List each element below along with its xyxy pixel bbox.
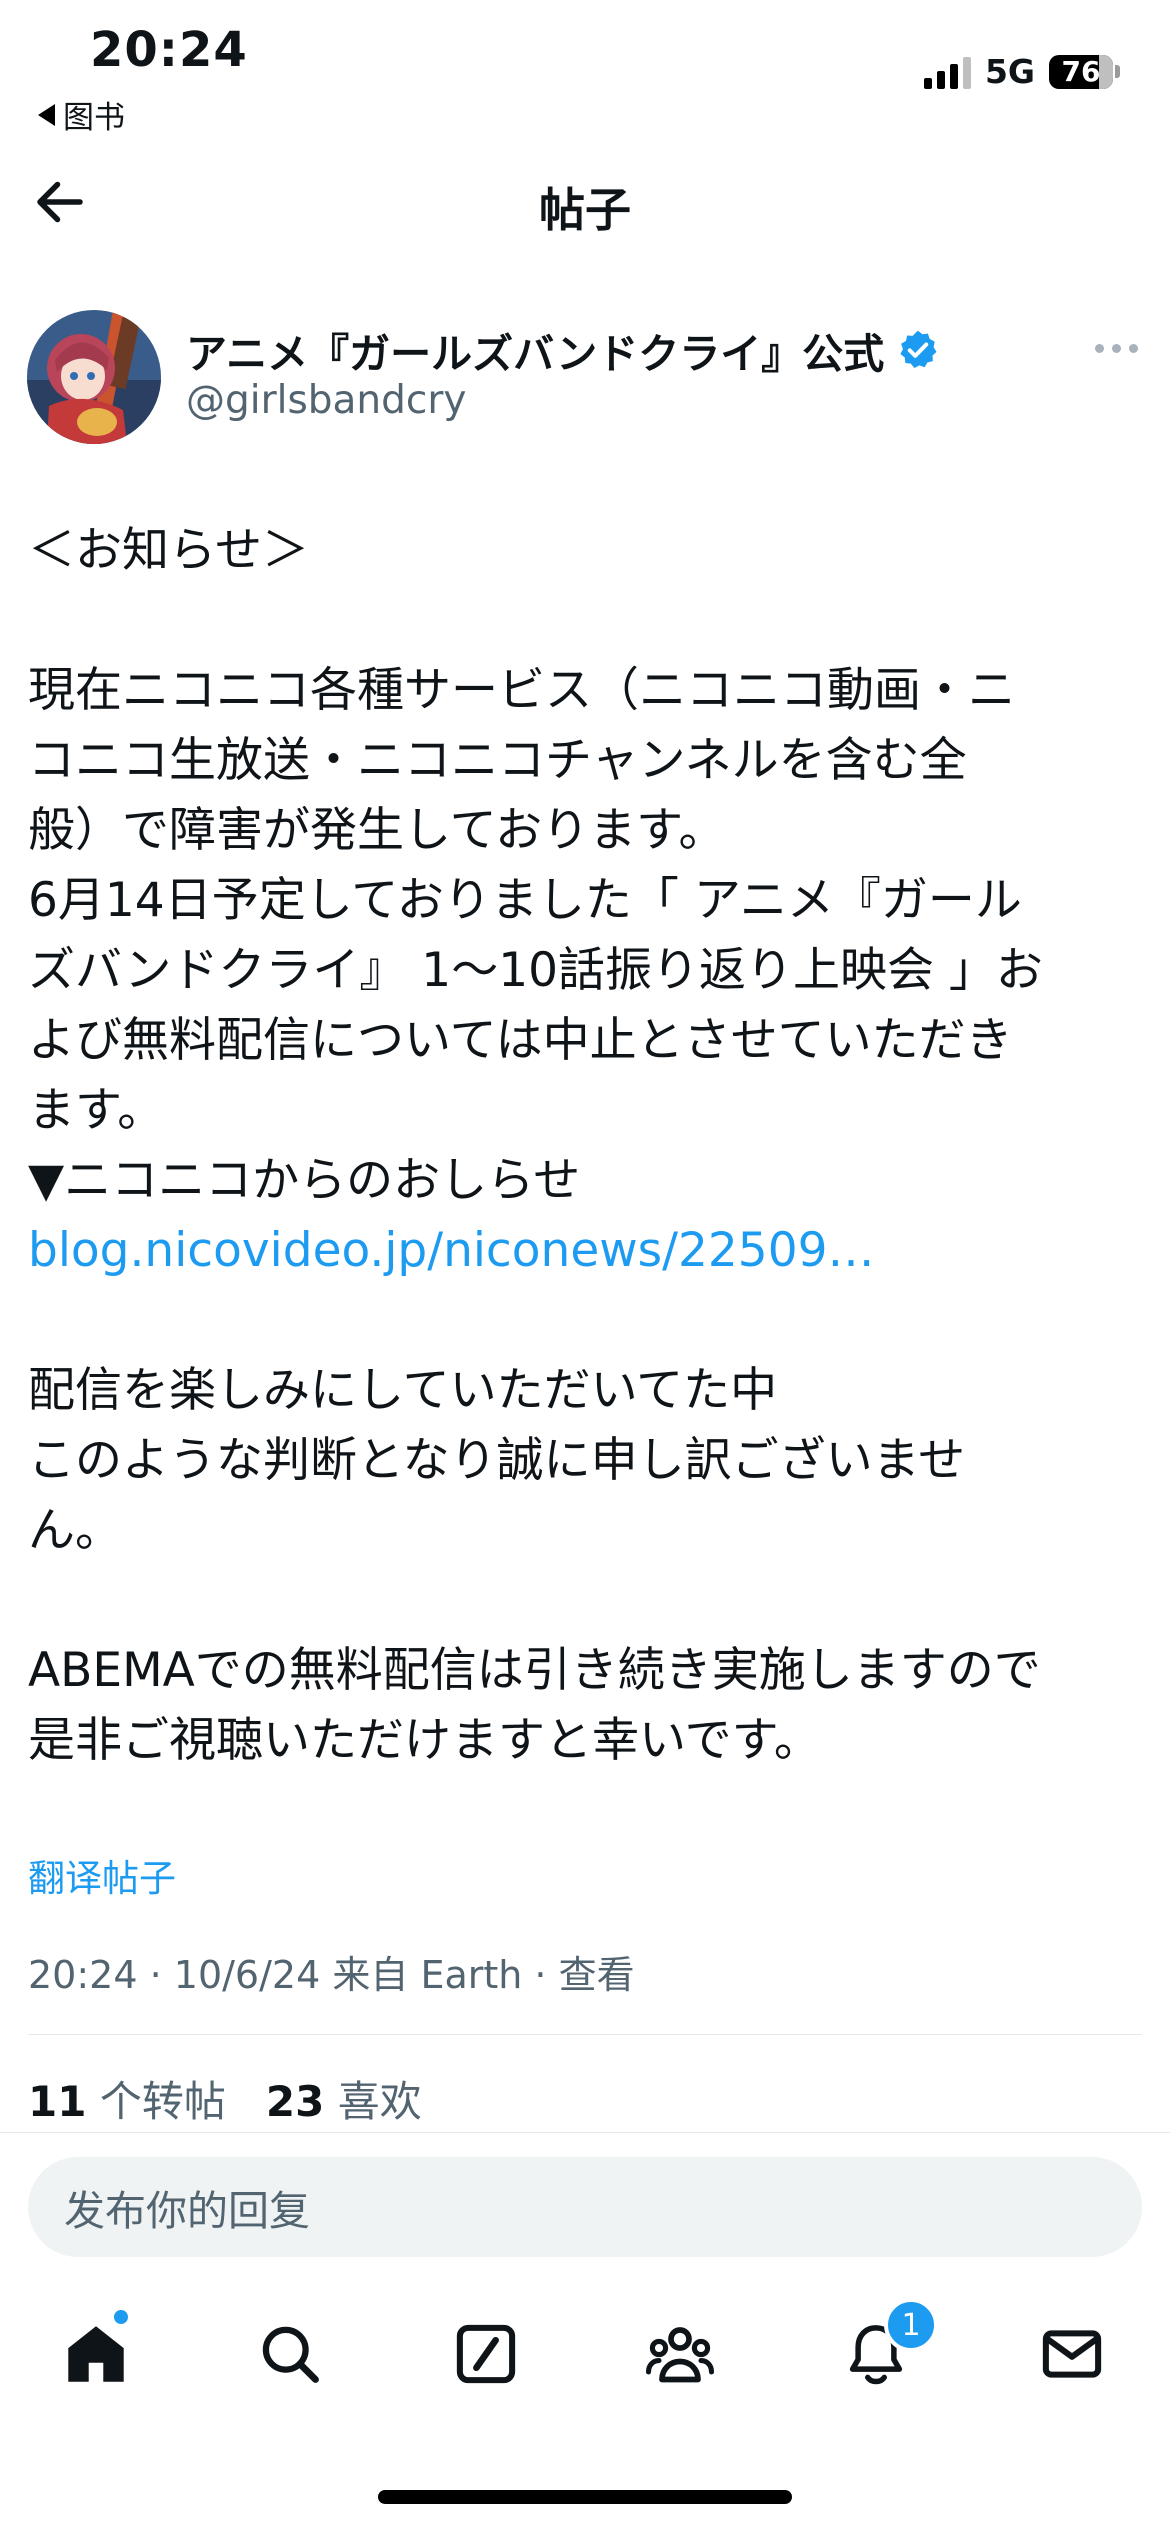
post-text: ＜お知らせ＞ 現在ニコニコ各種サービス（ニコニコ動画・ニ コニコ生放送・ニコニコ…	[28, 516, 1148, 1776]
battery-icon: 76	[1049, 54, 1120, 89]
grok-icon	[456, 2324, 516, 2384]
likes-label: 喜欢	[337, 2077, 422, 2126]
battery-level: 76	[1061, 55, 1101, 88]
post-line: よび無料配信については中止とさせていただき	[28, 1013, 1013, 1068]
likes-stat[interactable]: 23 喜欢	[266, 2077, 422, 2126]
reply-input[interactable]: 发布你的回复	[28, 2157, 1142, 2257]
post-line: ＜お知らせ＞	[28, 523, 310, 578]
home-indicator[interactable]	[378, 2490, 792, 2504]
post-meta: 20:24 · 10/6/24 来自 Earth · 查看	[28, 1953, 635, 1997]
divider	[28, 2034, 1142, 2035]
post-line: コニコ生放送・ニコニコチャンネルを含む全	[28, 733, 967, 788]
reposts-count: 11	[28, 2077, 87, 2126]
network-type: 5G	[984, 52, 1035, 91]
status-time: 20:24	[90, 22, 248, 78]
post-date: 10/6/24	[173, 1953, 321, 1997]
communities-icon	[645, 2327, 715, 2383]
post-line: ABEMAでの無料配信は引き続き実施しますので	[28, 1643, 1041, 1698]
verified-badge-icon	[900, 330, 937, 368]
post-line	[28, 1566, 1148, 1636]
notification-badge: 1	[884, 2298, 938, 2352]
home-icon	[68, 2326, 124, 2382]
post-line: 是非ご視聴いただけますと幸いです。	[28, 1713, 821, 1768]
divider	[0, 2132, 1170, 2133]
page-title: 帖子	[539, 183, 631, 237]
post-line: 配信を楽しみにしていただいてた中	[28, 1363, 778, 1418]
post-line	[28, 1286, 1148, 1356]
tab-communities[interactable]	[644, 2318, 716, 2390]
tab-home[interactable]	[60, 2318, 132, 2390]
back-triangle-icon	[38, 103, 55, 126]
reposts-label: 个转帖	[99, 2077, 226, 2126]
avatar[interactable]	[27, 310, 161, 444]
tab-search[interactable]	[254, 2318, 326, 2390]
tab-grok[interactable]	[450, 2318, 522, 2390]
author-name[interactable]: アニメ『ガールズバンドクライ』公式	[186, 320, 940, 380]
translate-post-link[interactable]: 翻译帖子	[28, 1848, 176, 1902]
post-line: 現在ニコニコ各種サービス（ニコニコ動画・ニ	[28, 663, 1015, 718]
post-line	[28, 586, 1148, 656]
reposts-stat[interactable]: 11 个转帖	[28, 2077, 226, 2126]
author-handle[interactable]: @girlsbandcry	[186, 378, 466, 423]
post-time: 20:24	[28, 1953, 138, 1997]
tab-messages[interactable]	[1036, 2318, 1108, 2390]
post-link[interactable]: blog.nicovideo.jp/niconews/22509…	[28, 1216, 1148, 1286]
post-line: 6月14日予定しておりました「 アニメ『ガール	[28, 873, 1022, 928]
view-link[interactable]: 查看	[559, 1953, 635, 1997]
status-indicators: 5G 76	[923, 52, 1120, 91]
post-source: 来自 Earth	[332, 1953, 523, 1997]
signal-icon	[923, 55, 971, 89]
messages-icon	[1042, 2330, 1102, 2378]
search-icon	[262, 2326, 319, 2383]
post-line: ます。	[28, 1083, 165, 1138]
back-to-app[interactable]: 图书	[38, 92, 125, 137]
back-app-label: 图书	[63, 100, 125, 136]
post-line: ▼ニコニコからのおしらせ	[28, 1153, 581, 1208]
post-line: 般）で障害が発生しております。	[28, 803, 726, 858]
likes-count: 23	[265, 2077, 325, 2126]
more-options-icon[interactable]	[1095, 344, 1138, 353]
post-line: このような判断となり誠に申し訳ございませ	[28, 1433, 966, 1488]
reply-placeholder: 发布你的回复	[64, 2187, 310, 2235]
home-unread-dot	[114, 2310, 128, 2324]
post-line: ん。	[28, 1503, 122, 1558]
post-line: ズバンドクライ』 1〜10話振り返り上映会 」お	[28, 943, 1043, 998]
author-name-text: アニメ『ガールズバンドクライ』公式	[186, 330, 885, 378]
post-stats: 11 个转帖 23 喜欢	[28, 2068, 422, 2129]
